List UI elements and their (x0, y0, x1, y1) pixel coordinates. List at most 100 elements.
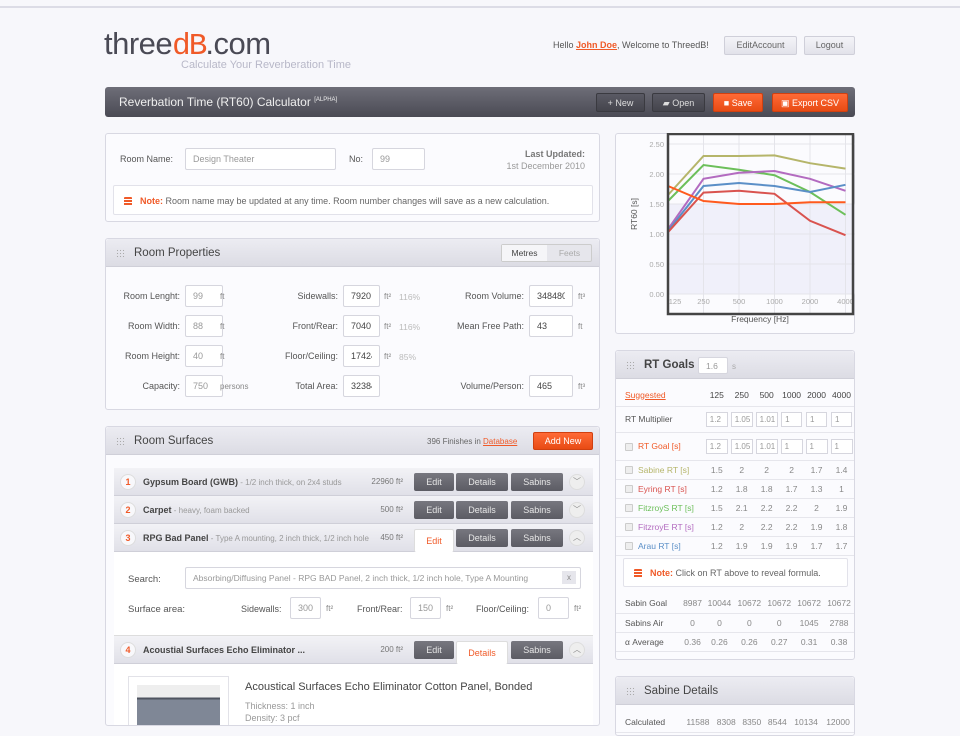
floor-label: Floor/Ceiling: (284, 351, 338, 361)
mfp-input[interactable] (529, 315, 573, 337)
chevron-up-icon[interactable]: ︿ (569, 642, 585, 658)
details-button[interactable]: Details (456, 473, 508, 491)
save-button[interactable]: ■ Save (713, 93, 763, 112)
finishes-count: 396 Finishes in Database (427, 437, 518, 446)
percentage: 116% (399, 292, 421, 302)
rt-goal-row[interactable]: RT Goal [s] (616, 432, 854, 461)
height-input[interactable] (185, 345, 223, 367)
chevron-down-icon[interactable]: ﹀ (569, 474, 585, 490)
drag-handle-icon[interactable] (116, 437, 125, 446)
rt-row[interactable]: Sabine RT [s] 1.5 2 2 2 1.7 1.4 (616, 460, 854, 480)
edit-button[interactable]: Edit (414, 473, 454, 491)
row-label: RT Multiplier (616, 406, 705, 433)
surface-row[interactable]: 2 Carpet - heavy, foam backed 500 ft² Ed… (114, 496, 593, 524)
multiplier-input[interactable] (705, 411, 728, 427)
checkbox[interactable] (625, 523, 633, 532)
multiplier-input[interactable] (755, 411, 778, 427)
total-input[interactable] (343, 375, 380, 397)
room-no-input[interactable] (372, 148, 425, 170)
new-button[interactable]: + New (596, 93, 645, 112)
floor-ceiling-area-input[interactable] (538, 597, 569, 619)
checkbox[interactable] (625, 542, 633, 551)
logout-button[interactable]: Logout (804, 36, 855, 55)
drag-handle-icon[interactable] (626, 361, 635, 370)
surface-details: Acoustical Surfaces Echo Eliminator Cott… (114, 664, 593, 725)
rt-row[interactable]: Eyring RT [s] 1.2 1.8 1.8 1.7 1.3 1 (616, 479, 854, 499)
front-rear-area-input[interactable] (410, 597, 441, 619)
edit-button[interactable]: Edit (414, 501, 454, 519)
goal-input[interactable] (730, 438, 753, 454)
rt-value: 2.2 (754, 517, 780, 537)
details-button[interactable]: Details (456, 501, 508, 519)
sabins-button[interactable]: Sabins (511, 641, 563, 659)
database-link[interactable]: Database (483, 437, 517, 446)
rt-value: 2.2 (779, 517, 805, 537)
rt-value: 2 (729, 460, 755, 480)
room-name-input[interactable] (185, 148, 336, 170)
surface-row[interactable]: 4 Acoustial Surfaces Echo Eliminator ...… (114, 636, 593, 664)
length-input[interactable] (185, 285, 223, 307)
surface-area: 450 ft² (380, 533, 403, 542)
checkbox[interactable] (625, 485, 633, 494)
rt-goal-input[interactable] (698, 357, 728, 374)
goal-input[interactable] (755, 438, 778, 454)
stat-value: 10672 (794, 594, 825, 614)
multiplier-input[interactable] (831, 411, 852, 427)
rt-row[interactable]: FitzroyS RT [s] 1.5 2.1 2.2 2.2 2 1.9 (616, 498, 854, 518)
drag-handle-icon[interactable] (116, 249, 125, 258)
checkbox[interactable] (625, 504, 633, 513)
goal-input[interactable] (705, 438, 728, 454)
add-new-button[interactable]: Add New (533, 432, 593, 450)
feets-toggle[interactable]: Feets (547, 245, 592, 261)
multiplier-input[interactable] (781, 411, 803, 427)
chevron-up-icon[interactable]: ︿ (569, 530, 585, 546)
row-number: 1 (120, 474, 136, 490)
width-input[interactable] (185, 315, 223, 337)
stat-value: 0.38 (824, 632, 854, 652)
x-tick-label: 125 (669, 297, 682, 306)
rt-row[interactable]: Arau RT [s] 1.2 1.9 1.9 1.9 1.7 1.7 (616, 536, 854, 556)
calc-value: 8350 (739, 713, 765, 733)
surface-search-input[interactable] (185, 567, 581, 589)
multiplier-input[interactable] (730, 411, 753, 427)
checkbox[interactable] (625, 442, 633, 451)
surface-row[interactable]: 1 Gypsum Board (GWB) - 1/2 inch thick, o… (114, 468, 593, 496)
user-link[interactable]: John Doe (576, 40, 617, 50)
goal-input[interactable] (780, 438, 803, 454)
sabins-button[interactable]: Sabins (511, 529, 563, 547)
goal-input[interactable] (830, 438, 853, 454)
drag-handle-icon[interactable] (626, 687, 635, 696)
edit-button[interactable]: Edit (414, 529, 454, 552)
sabins-button[interactable]: Sabins (511, 473, 563, 491)
tagline: Calculate Your Reverberation Time (181, 59, 351, 71)
chevron-down-icon[interactable]: ﹀ (569, 502, 585, 518)
rt-value: 1.7 (829, 536, 854, 556)
open-button[interactable]: ▰ Open (652, 93, 705, 112)
calc-value: 8544 (764, 713, 791, 733)
suggested-link[interactable]: Suggested (625, 390, 666, 400)
goal-input[interactable] (805, 438, 828, 454)
edit-button[interactable]: Edit (414, 641, 454, 659)
clear-search-button[interactable]: x (562, 571, 576, 584)
checkbox[interactable] (625, 466, 633, 475)
floor-input[interactable] (343, 345, 380, 367)
vpp-input[interactable] (529, 375, 573, 397)
volume-input[interactable] (529, 285, 573, 307)
percentage: 85% (399, 352, 417, 362)
export-csv-button[interactable]: ▣ Export CSV (772, 93, 848, 112)
rt-value: 1.3 (804, 479, 829, 499)
multiplier-input[interactable] (806, 411, 828, 427)
calc-value: 11588 (682, 713, 714, 733)
capacity-input[interactable] (185, 375, 223, 397)
sidewalls-input[interactable] (343, 285, 380, 307)
details-button[interactable]: Details (456, 641, 508, 664)
unit: persons (220, 382, 249, 391)
edit-account-button[interactable]: EditAccount (724, 36, 797, 55)
surface-row[interactable]: 3 RPG Bad Panel - Type A mounting, 2 inc… (114, 524, 593, 552)
rt-row[interactable]: FitzroyE RT [s] 1.2 2 2.2 2.2 1.9 1.8 (616, 517, 854, 537)
frontrear-input[interactable] (343, 315, 380, 337)
metres-toggle[interactable]: Metres (502, 245, 547, 261)
sabins-button[interactable]: Sabins (511, 501, 563, 519)
sidewalls-area-input[interactable] (290, 597, 321, 619)
details-button[interactable]: Details (456, 529, 508, 547)
